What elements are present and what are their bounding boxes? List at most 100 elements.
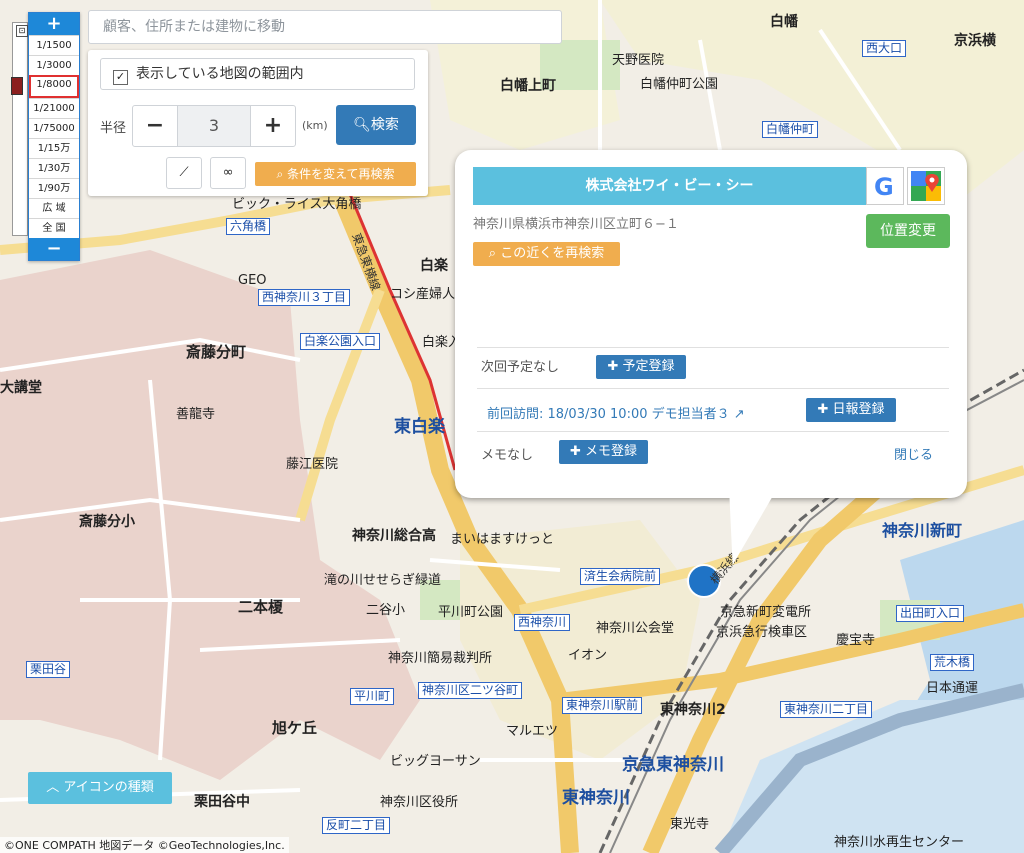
map-label: 天野医院 (612, 53, 664, 68)
zoom-level[interactable]: 1/15万 (29, 138, 79, 158)
map-label: 栗田谷中 (194, 793, 250, 810)
research-button-label: 条件を変えて再検索 (287, 167, 395, 181)
binoculars-icon[interactable]: ∞ (210, 157, 246, 189)
map-label: 日本通運 (926, 681, 978, 696)
radius-value-input[interactable]: 3 (177, 106, 251, 146)
radius-stepper: − 3 + (132, 105, 296, 147)
map-stop-label: 荒木橋 (930, 654, 975, 671)
zoom-slider-handle[interactable] (11, 77, 23, 95)
map-label: 神奈川新町 (882, 521, 962, 540)
search-button[interactable]: 🔍︎検索 (336, 105, 416, 145)
add-memo-label: メモ登録 (585, 444, 638, 459)
icon-types-button[interactable]: ︿ アイコンの種類 (28, 772, 172, 804)
search-nearby-label: この近くを再検索 (500, 246, 605, 261)
map-label: 神奈川簡易裁判所 (388, 650, 492, 666)
map-label: イオン (568, 648, 607, 663)
map-label: 白楽 (420, 257, 449, 274)
zoom-level[interactable]: 1/21000 (29, 98, 79, 118)
radius-unit: (km) (302, 119, 328, 132)
map-stop-label: 六角橋 (226, 218, 271, 235)
measure-icon[interactable]: ⟋ (166, 157, 202, 189)
add-memo-button[interactable]: ✚ メモ登録 (559, 440, 648, 464)
svg-text:G: G (874, 173, 894, 201)
map-label: 京浜急行検車区 (716, 625, 807, 640)
zoom-level[interactable]: 全 国 (29, 218, 79, 238)
map-stop-label: 済生会病院前 (580, 568, 661, 585)
change-location-button[interactable]: 位置変更 (866, 214, 950, 248)
radius-decrease-button[interactable]: − (133, 106, 177, 146)
map-label: 東神奈川2 (660, 701, 726, 718)
map-label: 神奈川総合高 (352, 527, 436, 544)
map-range-checkbox-row[interactable]: ✓ 表示している地図の範囲内 (100, 58, 415, 90)
add-report-button[interactable]: ✚ 日報登録 (806, 398, 896, 422)
map-label: 大講堂 (0, 379, 42, 396)
search-nearby-button[interactable]: ⌕ この近くを再検索 (473, 242, 620, 266)
add-schedule-button[interactable]: ✚ 予定登録 (596, 355, 686, 379)
map-label: 白幡上町 (500, 77, 556, 94)
map-label: GEO (238, 273, 267, 288)
chevron-up-icon: ︿ (46, 780, 60, 795)
customer-name: 株式会社ワイ・ビー・シー (473, 167, 866, 205)
map-label: 斎藤分小 (79, 513, 135, 530)
icon-types-label: アイコンの種類 (63, 780, 154, 795)
map-range-checkbox[interactable]: ✓ (113, 70, 128, 85)
zoom-scale-control: + 1/1500 1/3000 1/8000 1/21000 1/75000 1… (28, 12, 80, 261)
zoom-level[interactable]: 1/90万 (29, 178, 79, 198)
next-visit-text: 次回予定なし (481, 360, 560, 375)
google-maps-icon[interactable] (907, 167, 945, 205)
map-label: 神奈川公会堂 (596, 621, 674, 636)
last-visit-link[interactable]: 前回訪問: 18/03/30 10:00 デモ担当者３ ↗ (487, 403, 745, 422)
map-stop-label: 栗田谷 (26, 661, 71, 678)
map-label: 東白楽 (394, 416, 446, 437)
zoom-level[interactable]: 1/30万 (29, 158, 79, 178)
radius-label: 半径 (100, 121, 127, 136)
zoom-level[interactable]: 1/1500 (29, 35, 79, 55)
close-link[interactable]: 閉じる (894, 444, 933, 463)
map-copyright: ©ONE COMPATH 地図データ ©GeoTechnologies,Inc. (0, 837, 289, 853)
last-visit-text: 前回訪問: 18/03/30 10:00 デモ担当者３ (487, 407, 730, 422)
map-label: 慶宝寺 (836, 633, 875, 648)
map-label: 東光寺 (670, 816, 709, 832)
search-input[interactable]: 顧客、住所または建物に移動 (88, 10, 562, 44)
map-label: 東神奈川 (562, 787, 630, 808)
map-label: 滝の川せせらぎ緑道 (324, 573, 441, 588)
research-button[interactable]: ⌕ 条件を変えて再検索 (255, 162, 416, 186)
map-stop-label: 平川町 (350, 688, 395, 705)
zoom-level[interactable]: 1/75000 (29, 118, 79, 138)
plus-icon: ✚ (569, 444, 581, 459)
zoom-out-button[interactable]: − (29, 238, 79, 260)
map-label: 斎藤分町 (186, 343, 246, 361)
plus-icon: ✚ (607, 359, 619, 374)
map-label: 京浜横 (954, 32, 997, 49)
map-label: 京急新町変電所 (720, 604, 811, 620)
map-stop-label: 神奈川区二ツ谷町 (418, 682, 523, 699)
map-label: 京急東神奈川 (622, 754, 724, 775)
map-label: 善龍寺 (176, 406, 215, 422)
search-icon: ⌕ (276, 167, 284, 181)
map-label: コシ産婦人 (390, 286, 455, 302)
map-label: まいはますけっと (450, 532, 554, 547)
layers-icon[interactable]: ⊡ (16, 25, 28, 37)
search-filter-panel: ✓ 表示している地図の範囲内 半径 − 3 + (km) 🔍︎検索 ⟋ ∞ ⌕ 条… (88, 50, 428, 196)
zoom-slider[interactable]: ⊡ (11, 22, 28, 236)
customer-info-popup: 株式会社ワイ・ビー・シー G 神奈川県横浜市神奈川区立町６−１ 位置変更 ⌕ こ… (455, 150, 967, 565)
map-stop-label: 出田町入口 (896, 605, 965, 622)
map-label: 白幡 (770, 13, 799, 30)
search-icon: ⌕ (488, 246, 497, 261)
divider (477, 431, 949, 432)
zoom-level-selected[interactable]: 1/8000 (29, 75, 79, 98)
map-label: ビック・ライス大角橋 (232, 197, 361, 212)
zoom-in-button[interactable]: + (29, 13, 79, 35)
map-label: 神奈川区役所 (380, 795, 458, 810)
map-stop-label: 白幡仲町 (762, 121, 819, 138)
map-label: 旭ケ丘 (271, 719, 317, 737)
map-stop-label: 西神奈川 (514, 614, 571, 631)
divider (477, 388, 949, 389)
add-schedule-label: 予定登録 (622, 359, 675, 374)
zoom-level[interactable]: 広 域 (29, 198, 79, 218)
google-search-icon[interactable]: G (866, 167, 904, 205)
zoom-level[interactable]: 1/3000 (29, 55, 79, 75)
map-label: 神奈川水再生センター (834, 835, 964, 850)
external-link-icon: ↗ (733, 407, 745, 422)
radius-increase-button[interactable]: + (251, 106, 295, 146)
